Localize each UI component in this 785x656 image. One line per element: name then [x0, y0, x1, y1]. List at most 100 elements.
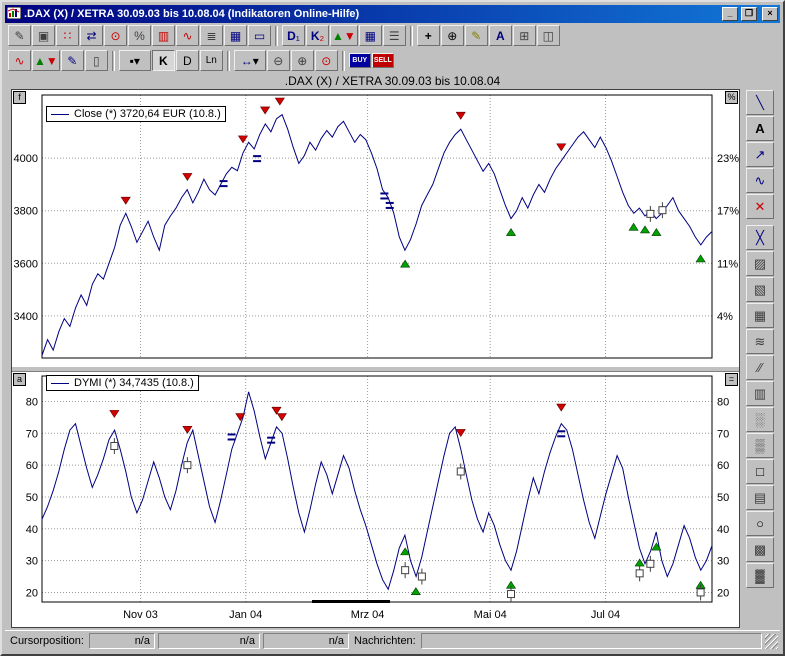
price-pane-percent-button[interactable]: % [725, 91, 738, 104]
signal-overview-icon: ▲ [332, 29, 344, 43]
circle-icon: ○ [756, 516, 764, 531]
app-window: .DAX (X) / XETRA 30.09.03 bis 10.08.04 (… [0, 0, 785, 656]
rect-icon: □ [756, 464, 764, 479]
cascade-windows-button[interactable]: ▦ [224, 25, 247, 46]
zigzag-fill-icon: ≋ [755, 334, 766, 350]
portfolio-transfer-button[interactable]: ⇄ [80, 25, 103, 46]
indicator-k2-icon: K [311, 29, 320, 43]
indicator-line [42, 392, 712, 589]
edit-chart-button[interactable]: ✎ [8, 25, 31, 46]
app-icon [7, 7, 21, 22]
list-button[interactable]: ☰ [383, 25, 406, 46]
indicator-chart-svg[interactable]: 8080707060605050404030302020Nov 03Jan 04… [12, 372, 740, 628]
indicator-pane-equal-button[interactable]: = [725, 373, 738, 386]
signal-overview-button[interactable]: ▲▼ [330, 25, 358, 46]
zoom-out-icon: ⊖ [273, 54, 283, 68]
line-chart-button[interactable]: ∿ [176, 25, 199, 46]
h-scroll-thumb[interactable] [312, 600, 390, 603]
price-pane-scale-button[interactable]: f [13, 91, 26, 104]
ln-scale-button[interactable]: Ln [200, 50, 223, 71]
zoom-in-button[interactable]: ⊕ [291, 50, 314, 71]
hlines-fill-tool[interactable]: ▤ [746, 485, 774, 510]
tracking-crosshair-button[interactable]: ⊕ [441, 25, 464, 46]
buy-button[interactable]: BUY [349, 53, 371, 68]
bar-style-icon: ∿ [14, 54, 24, 68]
d-mode-button[interactable]: D [176, 50, 199, 71]
sell-signal [121, 197, 130, 204]
indicator-legend[interactable]: DYMI (*) 34,7435 (10.8.) [46, 375, 199, 391]
trendline-tool[interactable]: ╲ [746, 90, 774, 115]
sell-button[interactable]: SELL [372, 53, 394, 68]
wave-tool[interactable]: ∿ [746, 168, 774, 193]
k-mode-button[interactable]: K [152, 50, 175, 71]
price-line [42, 115, 712, 356]
quote-list-button[interactable]: ∷ [56, 25, 79, 46]
price-legend[interactable]: Close (*) 3720,64 EUR (10.8.) [46, 106, 226, 122]
indicator-pane-scale-button[interactable]: a [13, 373, 26, 386]
order-mark [402, 562, 409, 578]
percent-button[interactable]: % [128, 25, 151, 46]
shade-fill-tool[interactable]: ▒ [746, 433, 774, 458]
y-axis-label-right: 80 [717, 397, 729, 409]
zoom-range-button[interactable]: ⊙ [315, 50, 338, 71]
order-mark [636, 565, 643, 581]
annotation-button[interactable]: ✎ [61, 50, 84, 71]
position-mark [386, 203, 394, 208]
grid-fill-tool[interactable]: ▦ [746, 303, 774, 328]
text-note-button[interactable]: A [489, 25, 512, 46]
cursor-y-field: n/a [158, 633, 260, 649]
split-view-icon: ◫ [543, 29, 554, 43]
indicator-d1-button[interactable]: D₁ [282, 25, 305, 46]
y-axis-label-right: 30 [717, 556, 729, 568]
maximize-button[interactable]: ❐ [741, 7, 757, 21]
chart-area: f % Close (*) 3720,64 EUR (10.8.) 400023… [11, 89, 740, 628]
draw-pen-button[interactable]: ✎ [465, 25, 488, 46]
position-mark [267, 438, 275, 443]
grid-button[interactable]: ⊞ [513, 25, 536, 46]
title-bar[interactable]: .DAX (X) / XETRA 30.09.03 bis 10.08.04 (… [5, 5, 780, 23]
dense-fill-tool[interactable]: ▩ [746, 537, 774, 562]
bar-style-button[interactable]: ∿ [8, 50, 31, 71]
price-chart-svg[interactable]: 400023%380017%360011%34004% [12, 90, 740, 366]
arrow-tool[interactable]: ↗ [746, 142, 774, 167]
copy-button[interactable]: ▣ [32, 25, 55, 46]
slash-fill-tool[interactable]: ∕∕ [746, 355, 774, 380]
signal-style-button[interactable]: ▲▼ [32, 50, 60, 71]
table-button[interactable]: ▦ [359, 25, 382, 46]
resize-grip[interactable] [765, 634, 778, 649]
crosshair-icon: + [425, 29, 432, 43]
cross-lines-tool[interactable]: ╳ [746, 225, 774, 250]
y-axis-label-right: 60 [717, 460, 729, 472]
report-button[interactable]: ≣ [200, 25, 223, 46]
minimize-button[interactable]: _ [722, 7, 738, 21]
hatch-pattern-2-tool[interactable]: ▧ [746, 277, 774, 302]
solid-fill-tool[interactable]: ▓ [746, 563, 774, 588]
line-style-dropdown[interactable]: ▪ ▾ [119, 50, 151, 71]
vlines-fill-tool[interactable]: ▥ [746, 381, 774, 406]
quote-list-icon: ∷ [64, 29, 72, 43]
y-axis-label-left: 30 [26, 556, 38, 568]
rect-tool[interactable]: □ [746, 459, 774, 484]
histogram-button[interactable]: ▥ [152, 25, 175, 46]
layout-button[interactable]: ▯ [85, 50, 108, 71]
close-button[interactable]: × [762, 7, 778, 21]
hatch-pattern-tool[interactable]: ▨ [746, 251, 774, 276]
analyze-button[interactable]: ⊙ [104, 25, 127, 46]
range-dropdown[interactable]: ↔▾ [234, 50, 266, 71]
zigzag-fill-tool[interactable]: ≋ [746, 329, 774, 354]
indicator-k2-button[interactable]: K₂ [306, 25, 329, 46]
draw-pen-icon: ✎ [471, 29, 481, 43]
dots-fill-tool[interactable]: ░ [746, 407, 774, 432]
window-title: .DAX (X) / XETRA 30.09.03 bis 10.08.04 (… [24, 8, 719, 20]
circle-tool[interactable]: ○ [746, 511, 774, 536]
text-tool[interactable]: A [746, 116, 774, 141]
y-axis-label-left: 4000 [14, 153, 38, 165]
grid-fill-icon: ▦ [754, 308, 766, 324]
delete-drawing-tool[interactable]: ✕ [746, 194, 774, 219]
crosshair-button[interactable]: + [417, 25, 440, 46]
percent-icon: % [134, 29, 145, 43]
zoom-out-button[interactable]: ⊖ [267, 50, 290, 71]
y-axis-label-left: 20 [26, 588, 38, 600]
chart-window-button[interactable]: ▭ [248, 25, 271, 46]
split-view-button[interactable]: ◫ [537, 25, 560, 46]
